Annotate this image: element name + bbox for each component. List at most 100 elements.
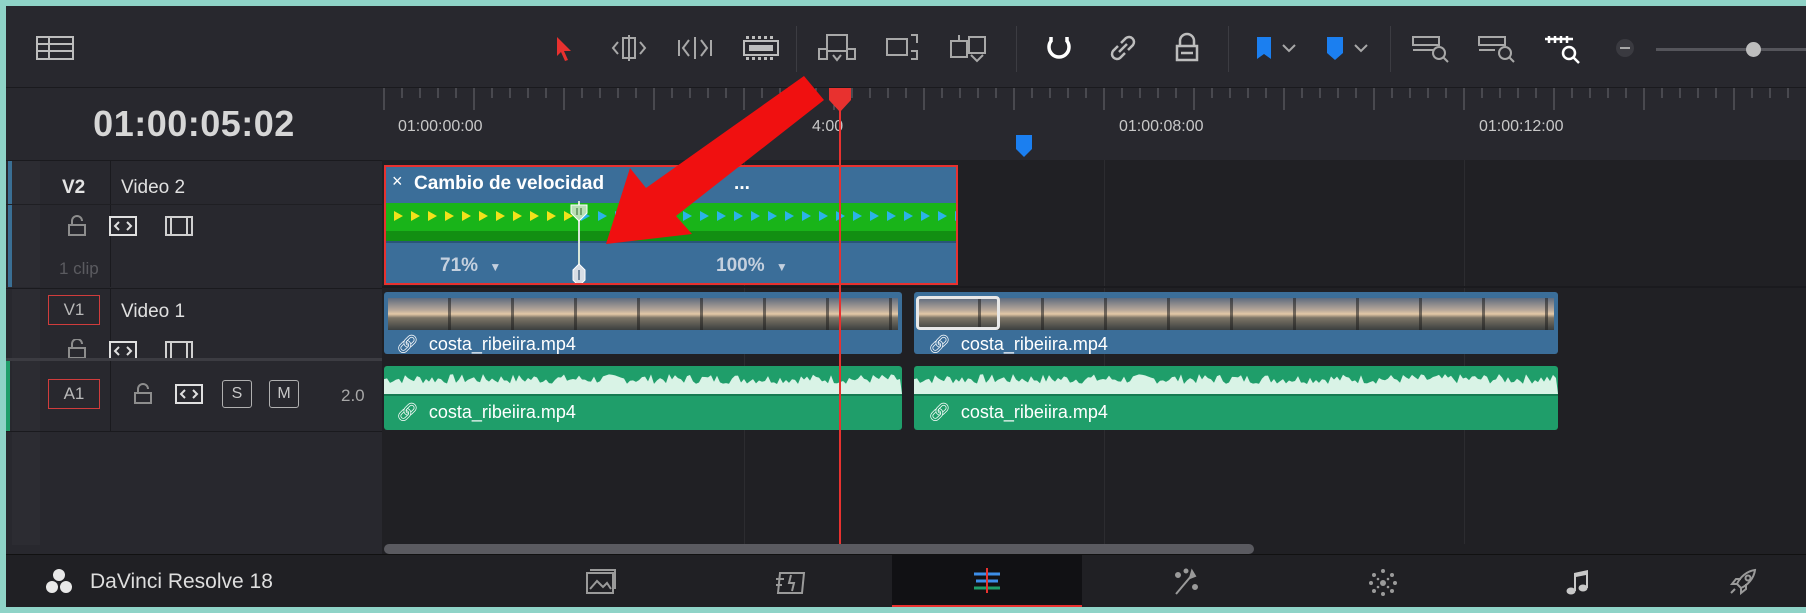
page-fairlight-button[interactable] [1484, 555, 1674, 607]
auto-track-select-icon[interactable] [108, 339, 138, 359]
position-lock-icon[interactable] [1166, 30, 1208, 66]
auto-track-select-icon[interactable] [108, 213, 138, 239]
ruler-label-2: 01:00:08:00 [1119, 118, 1204, 135]
auto-track-select-icon[interactable] [174, 381, 204, 407]
speed-left-value[interactable]: 71% ▼ [440, 255, 501, 277]
zoom-custom-icon[interactable] [1542, 30, 1584, 66]
page-navigation-bar: DaVinci Resolve 18 [6, 554, 1806, 607]
fairlight-music-note-icon [1566, 569, 1588, 594]
replace-clip-icon[interactable] [948, 30, 990, 66]
track-header-a1[interactable]: A1 S M 2.0 [6, 361, 382, 431]
lock-track-icon[interactable] [62, 213, 92, 239]
snapping-icon[interactable] [1038, 30, 1080, 66]
color-page-icon [1369, 568, 1397, 596]
clip-filename: costa_ribeiira.mp4 [428, 334, 576, 354]
media-page-icon [586, 568, 616, 594]
disable-video-track-icon[interactable] [164, 339, 194, 359]
clip-close-icon[interactable]: × [392, 171, 403, 192]
track-id-a1[interactable]: A1 [48, 379, 100, 409]
timeline-marker-icon[interactable] [1014, 133, 1034, 159]
clip-filename: costa_ribeiira.mp4 [960, 402, 1108, 422]
track-id-v2: V2 [62, 177, 86, 198]
resolve-window: 01:00:05:02 01:00:00:00 4:00 01:00:08:00… [6, 6, 1806, 607]
clip-label: 🔗︎ costa_ribeiira.mp4 [928, 402, 1108, 423]
track-select-strip [12, 161, 40, 287]
lock-track-icon[interactable] [128, 381, 158, 407]
page-fusion-button[interactable] [1090, 555, 1280, 607]
horizontal-scrollbar[interactable] [382, 544, 1806, 554]
page-edit-button[interactable] [892, 555, 1082, 607]
filmstrip-frame-dividers [388, 298, 898, 330]
annotation-arrow [606, 76, 824, 244]
marker-dropdown-chevron-icon[interactable] [1346, 30, 1376, 66]
solo-button[interactable]: S [222, 380, 252, 408]
page-deliver-button[interactable] [1682, 555, 1806, 607]
deliver-rocket-icon [1729, 568, 1757, 595]
davinci-logo-icon [46, 569, 72, 593]
linked-selection-icon[interactable] [1102, 30, 1144, 66]
fusion-page-icon [1175, 568, 1198, 595]
track-select-strip [12, 432, 40, 545]
speed-left-dropdown-icon[interactable]: ▼ [489, 260, 501, 274]
ruler-label-0: 01:00:00:00 [398, 118, 483, 135]
lock-track-icon[interactable] [62, 339, 92, 359]
link-icon: 🔗︎ [928, 402, 951, 422]
audio-clip-divider [914, 394, 1558, 396]
timeline-toolbar [6, 6, 1806, 88]
clip-label: 🔗︎ costa_ribeiira.mp4 [396, 402, 576, 423]
speed-left-text: 71% [440, 255, 479, 276]
track-header-empty [6, 431, 382, 545]
video-clip-right[interactable]: 🔗︎ costa_ribeiira.mp4 [914, 292, 1558, 354]
insert-clip-icon[interactable] [816, 30, 858, 66]
track-header-v2[interactable]: V2 Video 2 1 clip [6, 160, 382, 287]
speed-right-value[interactable]: 100% ▼ [716, 255, 788, 277]
zoom-detail-icon[interactable] [1476, 30, 1518, 66]
flag-dropdown-chevron-icon[interactable] [1274, 30, 1304, 66]
audio-waveform [914, 374, 1558, 394]
zoom-slider-track-end [1766, 48, 1806, 51]
dynamic-trim-icon[interactable] [674, 30, 716, 66]
selection-arrow-icon[interactable] [542, 30, 584, 66]
track-select-strip [12, 289, 40, 359]
header-divider [110, 361, 111, 431]
speed-point-bottom-handle-icon[interactable] [571, 263, 587, 285]
mute-button[interactable]: M [269, 380, 299, 408]
overwrite-clip-icon[interactable] [882, 30, 924, 66]
clip-filename: costa_ribeiira.mp4 [960, 334, 1108, 354]
track-select-strip [12, 361, 40, 431]
ruler-label-3: 01:00:12:00 [1479, 118, 1564, 135]
scrollbar-thumb[interactable] [384, 544, 1254, 554]
page-media-button[interactable] [506, 555, 696, 607]
current-timecode[interactable]: 01:00:05:02 [6, 88, 382, 160]
filmstrip-frame-dividers [918, 298, 1554, 330]
clip-label: 🔗︎ costa_ribeiira.mp4 [928, 334, 1108, 354]
audio-clip-left[interactable]: 🔗︎ costa_ribeiira.mp4 [384, 366, 902, 430]
track-separator [382, 286, 1806, 288]
track-name-v2[interactable]: Video 2 [121, 177, 185, 199]
audio-waveform [384, 374, 902, 394]
zoom-slider-handle[interactable] [1746, 42, 1761, 57]
edit-page-icon [974, 568, 1000, 593]
track-id-v1[interactable]: V1 [48, 295, 100, 325]
app-name: DaVinci Resolve 18 [90, 570, 273, 593]
audio-clip-right[interactable]: 🔗︎ costa_ribeiira.mp4 [914, 366, 1558, 430]
disable-video-track-icon[interactable] [164, 213, 194, 239]
speed-right-text: 100% [716, 255, 765, 276]
zoom-out-icon[interactable] [1604, 30, 1646, 66]
page-color-button[interactable] [1288, 555, 1478, 607]
trim-edit-icon[interactable] [608, 30, 650, 66]
link-icon: 🔗︎ [396, 334, 419, 354]
page-cut-button[interactable] [696, 555, 886, 607]
track-name-v1[interactable]: Video 1 [121, 301, 185, 323]
cut-page-icon [776, 571, 806, 594]
speed-right-dropdown-icon[interactable]: ▼ [776, 260, 788, 274]
zoom-full-timeline-icon[interactable] [1410, 30, 1452, 66]
clip-label: 🔗︎ costa_ribeiira.mp4 [396, 334, 576, 354]
audio-clip-divider [384, 394, 902, 396]
link-icon: 🔗︎ [928, 334, 951, 354]
clip-filename: costa_ribeiira.mp4 [428, 402, 576, 422]
timeline-view-options-icon[interactable] [34, 30, 76, 66]
video-clip-left[interactable]: 🔗︎ costa_ribeiira.mp4 [384, 292, 902, 354]
blade-icon[interactable] [740, 30, 782, 66]
track-header-v1[interactable]: V1 Video 1 [6, 288, 382, 359]
